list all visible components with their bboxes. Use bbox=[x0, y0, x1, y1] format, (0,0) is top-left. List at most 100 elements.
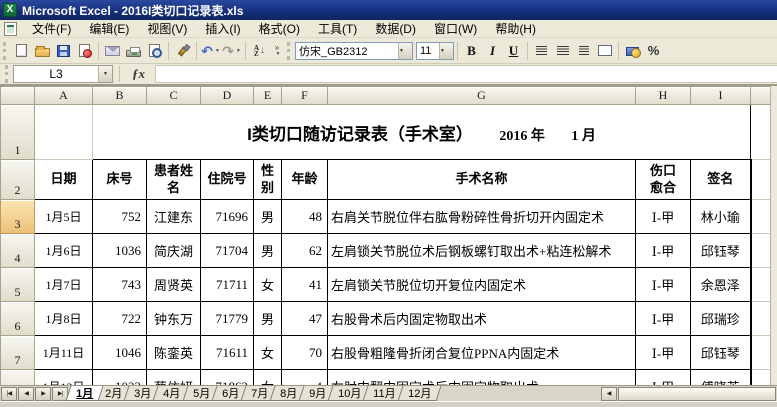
font-name-dropdown[interactable]: ▼ bbox=[398, 43, 412, 59]
underline-button[interactable]: U bbox=[503, 40, 524, 61]
table-cell[interactable]: 1月8日 bbox=[35, 302, 93, 336]
insert-function-button[interactable]: ƒx bbox=[126, 66, 151, 82]
table-cell[interactable]: Ⅰ-甲 bbox=[636, 268, 691, 302]
row-header-4[interactable]: 4 bbox=[1, 234, 35, 268]
menu-file[interactable]: 文件(F) bbox=[23, 19, 80, 38]
name-box[interactable]: L3 ▼ bbox=[13, 65, 113, 83]
toolbar-options-button[interactable]: »▼ bbox=[270, 40, 284, 61]
sheet-tab-jan[interactable]: 1月 bbox=[66, 386, 104, 401]
table-cell[interactable]: Ⅰ-甲 bbox=[636, 370, 691, 386]
row-header-1[interactable]: 1 bbox=[1, 105, 35, 160]
font-size-dropdown[interactable]: ▼ bbox=[439, 43, 453, 59]
menu-format[interactable]: 格式(O) bbox=[250, 19, 309, 38]
header-cell-surgery[interactable]: 手术名称 bbox=[328, 160, 636, 200]
formula-input[interactable] bbox=[155, 65, 777, 83]
table-cell[interactable]: 1月7日 bbox=[35, 268, 93, 302]
table-cell[interactable]: Ⅰ-甲 bbox=[636, 234, 691, 268]
table-cell[interactable]: 1月12日 bbox=[35, 370, 93, 386]
column-header-e[interactable]: E bbox=[254, 87, 282, 105]
first-sheet-button[interactable]: |◀ bbox=[1, 387, 17, 401]
toolbar-grip[interactable] bbox=[287, 42, 290, 60]
permission-button[interactable] bbox=[74, 40, 95, 61]
table-cell[interactable]: 62 bbox=[282, 234, 328, 268]
table-cell[interactable]: Ⅰ-甲 bbox=[636, 336, 691, 370]
table-cell[interactable]: 71611 bbox=[201, 336, 254, 370]
column-header-c[interactable]: C bbox=[147, 87, 201, 105]
menu-insert[interactable]: 插入(I) bbox=[196, 19, 249, 38]
row-header-3[interactable]: 3 bbox=[1, 200, 35, 234]
column-header-f[interactable]: F bbox=[282, 87, 328, 105]
email-button[interactable] bbox=[102, 40, 123, 61]
table-cell[interactable]: 男 bbox=[254, 200, 282, 234]
menu-view[interactable]: 视图(V) bbox=[138, 19, 196, 38]
menu-window[interactable]: 窗口(W) bbox=[425, 19, 486, 38]
column-header-d[interactable]: D bbox=[201, 87, 254, 105]
table-cell[interactable]: 752 bbox=[93, 200, 147, 234]
table-cell[interactable]: 1046 bbox=[93, 336, 147, 370]
table-cell[interactable]: 陈銮英 bbox=[147, 336, 201, 370]
horizontal-scrollbar-thumb[interactable] bbox=[618, 387, 776, 401]
table-cell[interactable]: 右肘内翻内固定术后内固定物取出术 bbox=[328, 370, 636, 386]
menu-data[interactable]: 数据(D) bbox=[366, 19, 425, 38]
column-header-a[interactable]: A bbox=[35, 87, 93, 105]
table-cell[interactable]: 71862 bbox=[201, 370, 254, 386]
table-cell[interactable]: 简庆湖 bbox=[147, 234, 201, 268]
table-cell[interactable]: 周贤英 bbox=[147, 268, 201, 302]
table-cell[interactable]: 江建东 bbox=[147, 200, 201, 234]
previous-sheet-button[interactable]: ◀ bbox=[18, 387, 34, 401]
formula-bar-grip[interactable] bbox=[5, 65, 8, 83]
table-cell[interactable]: 41 bbox=[282, 268, 328, 302]
sheet-title-cell[interactable]: I类切口随访记录表（手术室） 2016 年 1 月 bbox=[93, 105, 751, 160]
header-cell-bed[interactable]: 床号 bbox=[93, 160, 147, 200]
open-button[interactable] bbox=[32, 40, 53, 61]
table-cell[interactable]: 邱钰琴 bbox=[691, 336, 751, 370]
name-box-dropdown[interactable]: ▼ bbox=[98, 66, 112, 82]
table-cell[interactable]: 722 bbox=[93, 302, 147, 336]
table-cell[interactable]: 女 bbox=[254, 370, 282, 386]
header-cell-sex[interactable]: 性别 bbox=[254, 160, 282, 200]
print-button[interactable] bbox=[123, 40, 144, 61]
redo-button[interactable]: ↷▼ bbox=[221, 40, 242, 61]
table-cell[interactable]: 1036 bbox=[93, 234, 147, 268]
table-cell[interactable]: 71696 bbox=[201, 200, 254, 234]
table-cell[interactable]: 女 bbox=[254, 336, 282, 370]
format-painter-button[interactable] bbox=[172, 40, 193, 61]
save-button[interactable] bbox=[53, 40, 74, 61]
table-cell[interactable]: 蔡依妍 bbox=[147, 370, 201, 386]
table-cell[interactable]: 右肩关节脱位伴右肱骨粉碎性骨折切开内固定术 bbox=[328, 200, 636, 234]
header-cell-signature[interactable]: 签名 bbox=[691, 160, 751, 200]
row-header-8[interactable]: 8 bbox=[1, 370, 35, 386]
table-cell[interactable]: 右股骨粗隆骨折闭合复位PPNA内固定术 bbox=[328, 336, 636, 370]
menu-edit[interactable]: 编辑(E) bbox=[80, 19, 138, 38]
table-cell[interactable]: 邱钰琴 bbox=[691, 234, 751, 268]
header-cell-age[interactable]: 年龄 bbox=[282, 160, 328, 200]
table-cell[interactable]: Ⅰ-甲 bbox=[636, 302, 691, 336]
new-button[interactable] bbox=[11, 40, 32, 61]
italic-button[interactable]: I bbox=[482, 40, 503, 61]
table-cell[interactable]: 男 bbox=[254, 234, 282, 268]
table-cell[interactable]: 左肩锁关节脱位术后钢板螺钉取出术+粘连松解术 bbox=[328, 234, 636, 268]
select-all-corner[interactable] bbox=[1, 87, 35, 105]
table-cell[interactable]: 余恩泽 bbox=[691, 268, 751, 302]
table-cell[interactable]: 1月11日 bbox=[35, 336, 93, 370]
header-cell-date[interactable]: 日期 bbox=[35, 160, 93, 200]
empty-cell[interactable] bbox=[35, 105, 93, 160]
print-preview-button[interactable] bbox=[144, 40, 165, 61]
table-cell[interactable]: 林小瑜 bbox=[691, 200, 751, 234]
sort-ascending-button[interactable]: AZ ↓ bbox=[249, 40, 270, 61]
header-cell-patient[interactable]: 患者姓名 bbox=[147, 160, 201, 200]
bold-button[interactable]: B bbox=[461, 40, 482, 61]
font-name-select[interactable]: 仿宋_GB2312 ▼ bbox=[295, 42, 413, 60]
row-header-2[interactable]: 2 bbox=[1, 160, 35, 200]
table-cell[interactable]: 71704 bbox=[201, 234, 254, 268]
percent-button[interactable]: % bbox=[643, 40, 664, 61]
currency-button[interactable] bbox=[622, 40, 643, 61]
table-cell[interactable]: 1022 bbox=[93, 370, 147, 386]
table-cell[interactable]: 4 bbox=[282, 370, 328, 386]
table-cell[interactable]: Ⅰ-甲 bbox=[636, 200, 691, 234]
font-size-select[interactable]: 11 ▼ bbox=[416, 42, 454, 60]
table-cell[interactable]: 1月5日 bbox=[35, 200, 93, 234]
column-header-h[interactable]: H bbox=[636, 87, 691, 105]
table-cell[interactable]: 48 bbox=[282, 200, 328, 234]
align-right-button[interactable] bbox=[573, 40, 594, 61]
